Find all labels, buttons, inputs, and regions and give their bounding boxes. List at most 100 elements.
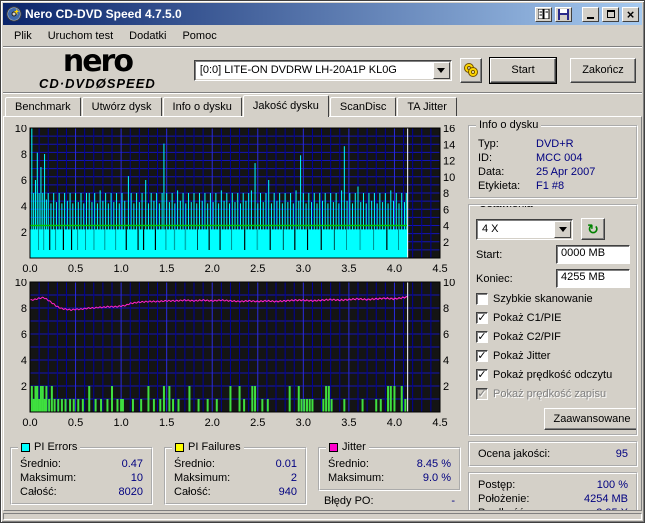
tab-benchmark[interactable]: Benchmark bbox=[5, 97, 81, 116]
stat-label: Całość: bbox=[174, 486, 211, 498]
stat-row: Maksimum: 10 bbox=[18, 471, 145, 485]
po-errors-value: - bbox=[451, 495, 455, 507]
stat-row: Średnio: 8.45 % bbox=[326, 457, 453, 471]
tab-info-o-dysku[interactable]: Info o dysku bbox=[162, 97, 242, 116]
nero-logo-text: nero bbox=[62, 43, 134, 79]
checkbox-show-c2-pif[interactable]: ✓ Pokaż C2/PIF bbox=[476, 329, 630, 345]
svg-text:6: 6 bbox=[443, 329, 449, 341]
speed-value: 3.95 X bbox=[596, 507, 628, 510]
checkbox-icon: ✓ bbox=[476, 387, 488, 400]
save-button[interactable] bbox=[555, 6, 572, 22]
position-label: Położenie: bbox=[478, 493, 530, 505]
svg-text:1.5: 1.5 bbox=[159, 417, 174, 429]
checkbox-show-read-speed[interactable]: ✓ Pokaż prędkość odczytu bbox=[476, 367, 630, 383]
svg-text:0.0: 0.0 bbox=[22, 417, 37, 429]
svg-text:2: 2 bbox=[21, 381, 27, 393]
svg-text:8: 8 bbox=[443, 188, 449, 200]
stat-row: Całość: 940 bbox=[172, 485, 299, 499]
svg-text:10: 10 bbox=[15, 279, 27, 289]
stat-label: Średnio: bbox=[174, 458, 215, 470]
menu-dodatki[interactable]: Dodatki bbox=[122, 28, 173, 44]
report-button[interactable] bbox=[535, 6, 552, 22]
speed-select[interactable]: 4 X bbox=[476, 218, 573, 240]
svg-text:4: 4 bbox=[443, 355, 449, 367]
stat-row: Maksimum: 9.0 % bbox=[326, 471, 453, 485]
svg-text:2: 2 bbox=[443, 237, 449, 249]
title-bar: Nero CD-DVD Speed 4.7.5.0 × bbox=[3, 3, 642, 25]
svg-text:4: 4 bbox=[21, 355, 27, 367]
jitter-stats-column: Jitter Średnio: 8.45 % Maksimum: 9.0 % Błę… bbox=[318, 441, 461, 507]
stat-label: Maksimum: bbox=[328, 472, 385, 484]
end-position-input[interactable]: 4255 MB bbox=[556, 269, 630, 288]
svg-text:0.5: 0.5 bbox=[68, 263, 83, 275]
info-row: Typ: DVD+R bbox=[476, 137, 630, 151]
start-position-input[interactable]: 0000 MB bbox=[556, 245, 630, 264]
svg-text:2.5: 2.5 bbox=[250, 417, 265, 429]
close-icon: × bbox=[626, 6, 635, 22]
close-button[interactable]: × bbox=[622, 6, 639, 22]
drive-select[interactable]: [0:0] LITE-ON DVDRW LH-20A1P KL0G bbox=[193, 59, 452, 81]
checkbox-label: Pokaż prędkość zapisu bbox=[493, 388, 607, 400]
stat-value: 940 bbox=[278, 486, 297, 498]
checkbox-show-c1-pie[interactable]: ✓ Pokaż C1/PIE bbox=[476, 310, 630, 326]
pi-failures-title: PI Failures bbox=[188, 441, 241, 453]
svg-text:10: 10 bbox=[443, 172, 455, 184]
app-disc-icon bbox=[6, 6, 22, 22]
tab-ta-jitter[interactable]: TA Jitter bbox=[397, 97, 457, 116]
menu-uruchom-test[interactable]: Uruchom test bbox=[41, 28, 120, 44]
menu-plik[interactable]: Plik bbox=[7, 28, 39, 44]
end-field-row: Koniec: 4255 MB bbox=[476, 269, 630, 288]
checkbox-label: Pokaż Jitter bbox=[493, 350, 551, 362]
position-value: 4254 MB bbox=[583, 493, 628, 505]
quality-score-row: Ocena jakości: 95 bbox=[476, 447, 630, 461]
tab-jakosc-dysku[interactable]: Jakość dysku bbox=[242, 95, 329, 117]
header-band: nero CD·DVDØSPEED [0:0] LITE-ON DVDRW LH… bbox=[3, 43, 642, 92]
quality-tab-page: 2 4 6 8 10 2 4 6 8 10 12 14 16 0.0 0.5 1.0 1.5 2.0 2.5 3.0 3… bbox=[3, 116, 642, 511]
svg-text:12: 12 bbox=[443, 156, 455, 168]
checkbox-quick-scan[interactable]: ✓ Szybkie skanowanie bbox=[476, 291, 630, 307]
eject-load-button[interactable] bbox=[459, 57, 483, 83]
svg-text:8: 8 bbox=[443, 303, 449, 315]
advanced-button[interactable]: Zaawansowane bbox=[544, 408, 636, 430]
svg-text:2.5: 2.5 bbox=[250, 263, 265, 275]
hand-disc-icon bbox=[463, 63, 478, 77]
start-button[interactable]: Start bbox=[489, 56, 557, 84]
checkbox-show-jitter[interactable]: ✓ Pokaż Jitter bbox=[476, 348, 630, 364]
minimize-button[interactable] bbox=[582, 6, 599, 22]
svg-text:6: 6 bbox=[21, 175, 27, 187]
checkbox-icon: ✓ bbox=[476, 349, 488, 362]
checkbox-label: Pokaż C2/PIF bbox=[493, 331, 561, 343]
speed-row: 4 X ↻ bbox=[476, 218, 630, 240]
info-label: Data: bbox=[478, 166, 505, 178]
menu-pomoc[interactable]: Pomoc bbox=[175, 28, 223, 44]
svg-text:4: 4 bbox=[443, 221, 449, 233]
refresh-button[interactable]: ↻ bbox=[581, 218, 605, 240]
start-field-label: Start: bbox=[476, 248, 503, 261]
exit-button[interactable]: Zakończ bbox=[570, 57, 636, 83]
position-row: Położenie: 4254 MB bbox=[476, 492, 630, 506]
app-window: Nero CD-DVD Speed 4.7.5.0 × Plik Uruchom… bbox=[0, 0, 645, 523]
svg-text:3.0: 3.0 bbox=[296, 263, 311, 275]
stat-label: Średnio: bbox=[328, 458, 369, 470]
drive-select-arrow[interactable] bbox=[432, 61, 450, 79]
stat-label: Maksimum: bbox=[20, 472, 77, 484]
settings-box: Ustawienia 4 X ↻ Start: 0000 MB Koniec: … bbox=[468, 204, 638, 436]
checkbox-label: Pokaż C1/PIE bbox=[493, 312, 562, 324]
svg-text:1.0: 1.0 bbox=[113, 417, 128, 429]
tab-utworz-dysk[interactable]: Utwórz dysk bbox=[81, 97, 162, 116]
checkbox-show-write-speed: ✓ Pokaż prędkość zapisu bbox=[476, 386, 630, 402]
save-icon bbox=[558, 8, 569, 20]
drive-select-value: [0:0] LITE-ON DVDRW LH-20A1P KL0G bbox=[199, 64, 397, 76]
disc-id-value: MCC 004 bbox=[536, 152, 583, 164]
tab-scandisc[interactable]: ScanDisc bbox=[329, 97, 397, 116]
stat-row: Średnio: 0.01 bbox=[172, 457, 299, 471]
cdspeed-logo-text: CD·DVDØSPEED bbox=[39, 75, 156, 91]
svg-text:10: 10 bbox=[443, 279, 455, 289]
right-panel: Info o dysku Typ: DVD+R ID: MCC 004 Data: 2… bbox=[468, 119, 638, 510]
quality-score-value: 95 bbox=[615, 448, 628, 460]
stat-value: 8020 bbox=[118, 486, 143, 498]
quality-score-box: Ocena jakości: 95 bbox=[468, 441, 638, 467]
maximize-button[interactable] bbox=[602, 6, 619, 22]
speed-select-arrow[interactable] bbox=[554, 220, 571, 238]
window-title: Nero CD-DVD Speed 4.7.5.0 bbox=[25, 7, 182, 21]
